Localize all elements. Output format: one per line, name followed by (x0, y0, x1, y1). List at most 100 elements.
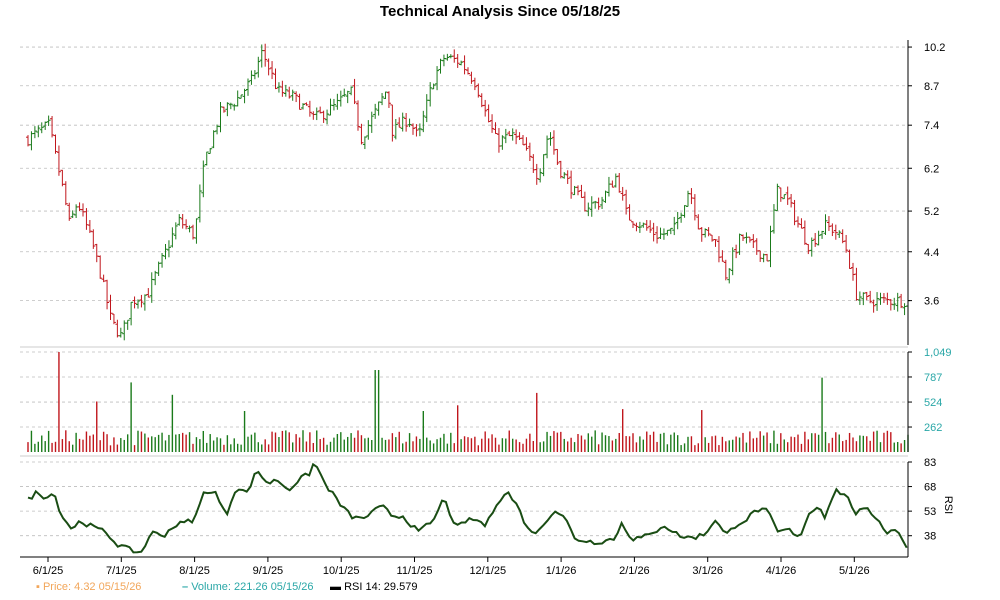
price-bar (459, 60, 464, 66)
technical-analysis-chart: Technical Analysis Since 05/18/25 10.2 8.… (20, 3, 954, 593)
price-bar (53, 134, 58, 154)
price-bar (741, 234, 745, 241)
price-bar (899, 293, 904, 309)
price-bar (672, 216, 677, 236)
price-bar (562, 172, 567, 179)
price-bar (723, 259, 728, 281)
volume-y-axis: 1,049 787 524 262 (908, 347, 952, 434)
legend-swatch: – (182, 581, 191, 593)
price-bar (655, 226, 660, 244)
price-bar (294, 91, 299, 103)
price-bar (352, 78, 357, 105)
price-bar (122, 320, 127, 341)
price-bar (191, 224, 195, 240)
price-bar (63, 181, 68, 206)
volume-tick-label: 524 (924, 397, 942, 409)
price-bar (235, 90, 240, 107)
legend-item: – Volume: 221.26 05/15/26 (182, 581, 314, 593)
price-bar (81, 203, 85, 217)
price-bar (600, 196, 605, 209)
price-bar (507, 130, 512, 137)
price-bar (582, 191, 587, 212)
price-bar (452, 49, 457, 63)
price-bar (98, 255, 103, 279)
price-bar (160, 253, 165, 268)
legend-label: Price: 4.32 05/15/26 (43, 581, 141, 593)
price-bar (469, 71, 474, 84)
price-bar (703, 228, 708, 238)
x-tick-label: 4/1/26 (766, 565, 797, 577)
price-bar (445, 53, 450, 61)
price-bar (242, 88, 247, 104)
price-bar (132, 296, 137, 309)
price-bar (830, 223, 835, 237)
price-bar (833, 224, 838, 240)
price-bar (50, 116, 55, 138)
price-bar (466, 67, 470, 75)
price-bar (246, 78, 250, 96)
price-bar (716, 236, 721, 263)
price-bar (706, 227, 711, 237)
price-bar (758, 250, 763, 262)
price-bar (902, 303, 907, 316)
price-bar (232, 103, 237, 111)
price-bar (765, 253, 770, 262)
price-bar (486, 104, 491, 123)
price-bar (768, 225, 773, 268)
price-bar (644, 219, 649, 231)
price-bar (689, 188, 694, 205)
price-bar (204, 151, 209, 166)
price-bar (287, 86, 292, 99)
price-bar (558, 160, 563, 179)
price-bar (404, 112, 409, 132)
legend-swatch: ▬ (330, 581, 344, 593)
price-bar (826, 216, 831, 231)
price-bar (70, 210, 75, 218)
price-bar (875, 292, 880, 311)
price-bar (627, 204, 632, 221)
price-bar (820, 230, 825, 239)
price-tick-label: 7.4 (924, 120, 939, 132)
price-tick-label: 6.2 (924, 163, 939, 175)
price-bar (871, 299, 876, 313)
price-bar (548, 132, 553, 146)
price-bar (490, 114, 495, 133)
price-bar (252, 70, 257, 80)
price-bar (166, 240, 171, 258)
price-bar (668, 227, 673, 235)
price-bar (682, 205, 687, 218)
price-bar (816, 230, 821, 246)
price-bar (356, 100, 360, 131)
x-tick-label: 8/1/25 (179, 565, 210, 577)
price-bar (895, 292, 900, 312)
price-bar (572, 185, 577, 196)
x-tick-label: 9/1/25 (253, 565, 284, 577)
rsi-axis-label: RSI (942, 496, 954, 514)
price-bar (142, 294, 147, 311)
price-bar (208, 148, 213, 154)
price-bar (534, 163, 539, 185)
price-bar (249, 70, 254, 85)
price-bar (744, 232, 749, 244)
price-bar (139, 294, 144, 308)
price-bar (586, 202, 591, 217)
price-bar (411, 123, 415, 135)
price-bar (610, 180, 615, 188)
x-tick-label: 6/1/25 (33, 565, 64, 577)
price-bar (878, 292, 883, 305)
price-bar (87, 220, 92, 234)
price-panel: 10.2 8.7 7.4 6.2 5.2 4.4 3.6 (20, 40, 945, 348)
rsi-tick-label: 53 (924, 506, 936, 518)
legend-label: Volume: 221.26 05/15/26 (191, 581, 313, 593)
price-bar (782, 194, 787, 200)
price-bar (531, 154, 536, 173)
rsi-panel: 83 68 53 38 RSI (20, 457, 954, 557)
price-bar (256, 56, 261, 78)
price-bar (129, 301, 134, 326)
price-bar (414, 124, 419, 137)
price-bar (844, 234, 849, 253)
x-tick-label: 3/1/26 (692, 565, 723, 577)
price-bar (211, 130, 216, 149)
price-bar (301, 103, 305, 110)
price-bar (775, 183, 780, 212)
